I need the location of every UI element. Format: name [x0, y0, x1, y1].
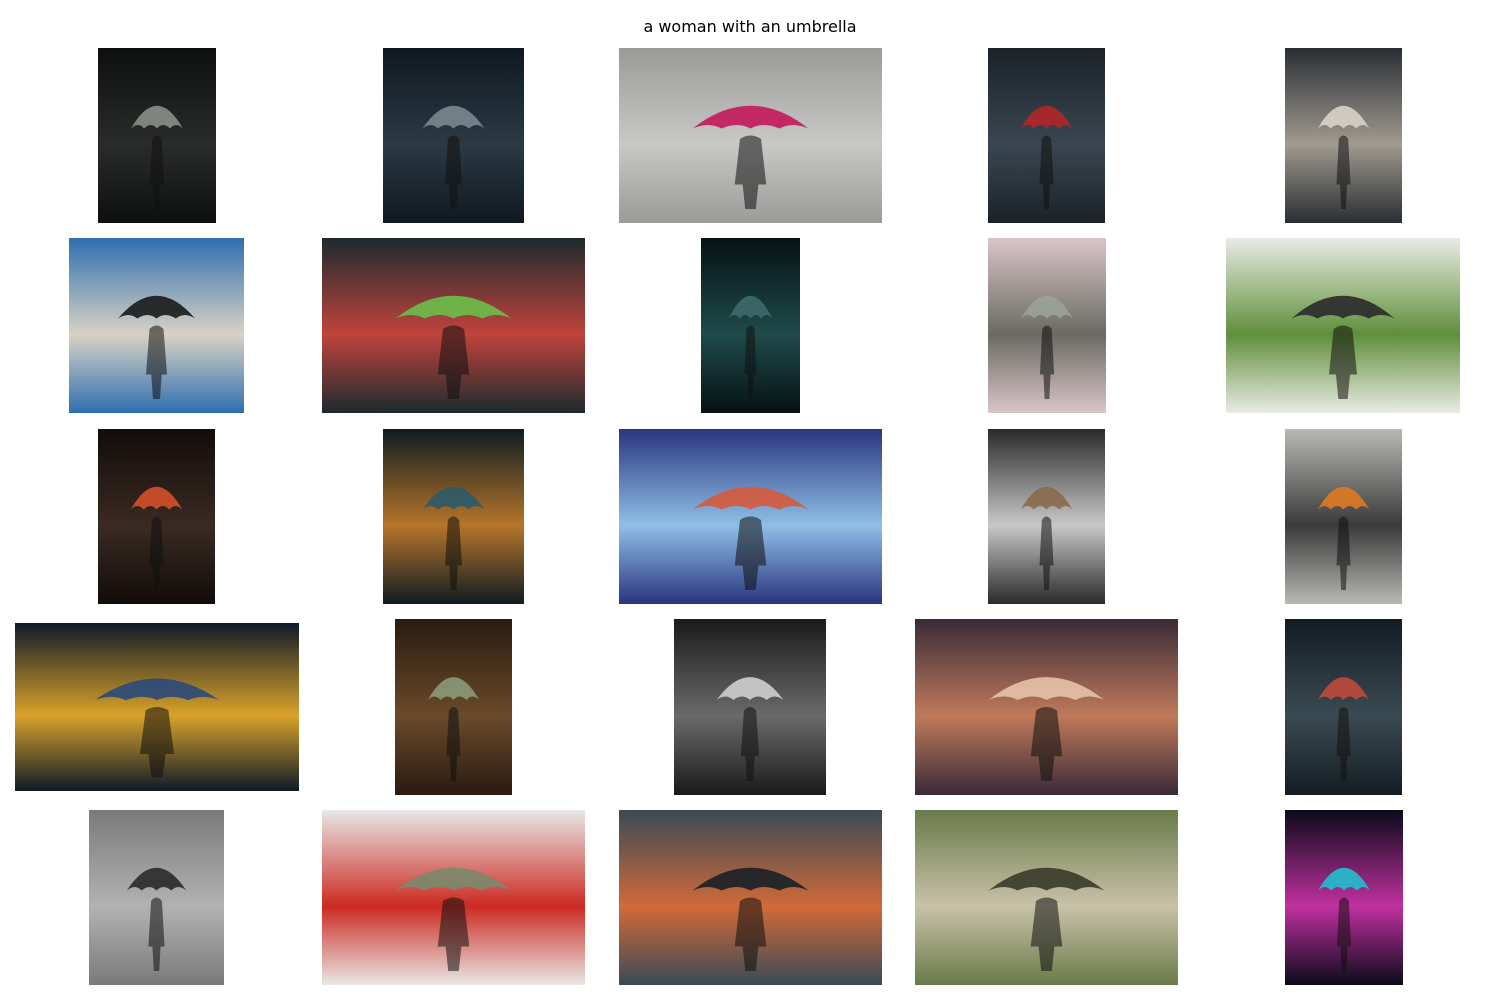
photo-image	[988, 48, 1105, 223]
photo-image	[701, 238, 800, 413]
photo-tile	[395, 619, 512, 795]
photo-tile	[619, 429, 882, 604]
photo-image	[988, 238, 1106, 413]
photo-image	[619, 48, 882, 223]
photo-image	[1226, 238, 1460, 413]
photo-image	[1285, 810, 1403, 985]
photo-tile	[1285, 810, 1403, 985]
photo-tile	[15, 623, 299, 791]
photo-tile	[89, 810, 224, 985]
photo-tile	[674, 619, 826, 795]
figure-page: a woman with an umbrella	[0, 0, 1500, 1000]
photo-tile	[98, 429, 215, 604]
photo-tile	[619, 810, 882, 985]
photo-tile	[98, 48, 216, 223]
photo-image	[1285, 48, 1402, 223]
photo-image	[674, 619, 826, 795]
photo-image	[98, 429, 215, 604]
photo-tile	[915, 619, 1178, 795]
photo-tile	[1285, 48, 1402, 223]
photo-image	[619, 429, 882, 604]
figure-title: a woman with an umbrella	[643, 17, 857, 36]
photo-image	[988, 429, 1105, 604]
photo-tile	[619, 48, 882, 223]
photo-image	[322, 238, 585, 413]
photo-image	[1285, 429, 1402, 604]
photo-image	[98, 48, 216, 223]
photo-tile	[988, 238, 1106, 413]
photo-image	[89, 810, 224, 985]
photo-tile	[915, 810, 1178, 985]
photo-image	[915, 619, 1178, 795]
photo-image	[1285, 619, 1402, 795]
photo-tile	[322, 238, 585, 413]
photo-image	[15, 623, 299, 791]
photo-image	[383, 48, 524, 223]
photo-tile	[322, 810, 585, 985]
photo-image	[383, 429, 524, 604]
photo-tile	[383, 48, 524, 223]
photo-tile	[69, 238, 244, 413]
photo-tile	[1285, 619, 1402, 795]
photo-image	[322, 810, 585, 985]
photo-image	[69, 238, 244, 413]
photo-tile	[1226, 238, 1460, 413]
photo-image	[395, 619, 512, 795]
photo-tile	[701, 238, 800, 413]
photo-tile	[988, 429, 1105, 604]
photo-tile	[1285, 429, 1402, 604]
photo-image	[619, 810, 882, 985]
photo-tile	[383, 429, 524, 604]
photo-image	[915, 810, 1178, 985]
photo-tile	[988, 48, 1105, 223]
